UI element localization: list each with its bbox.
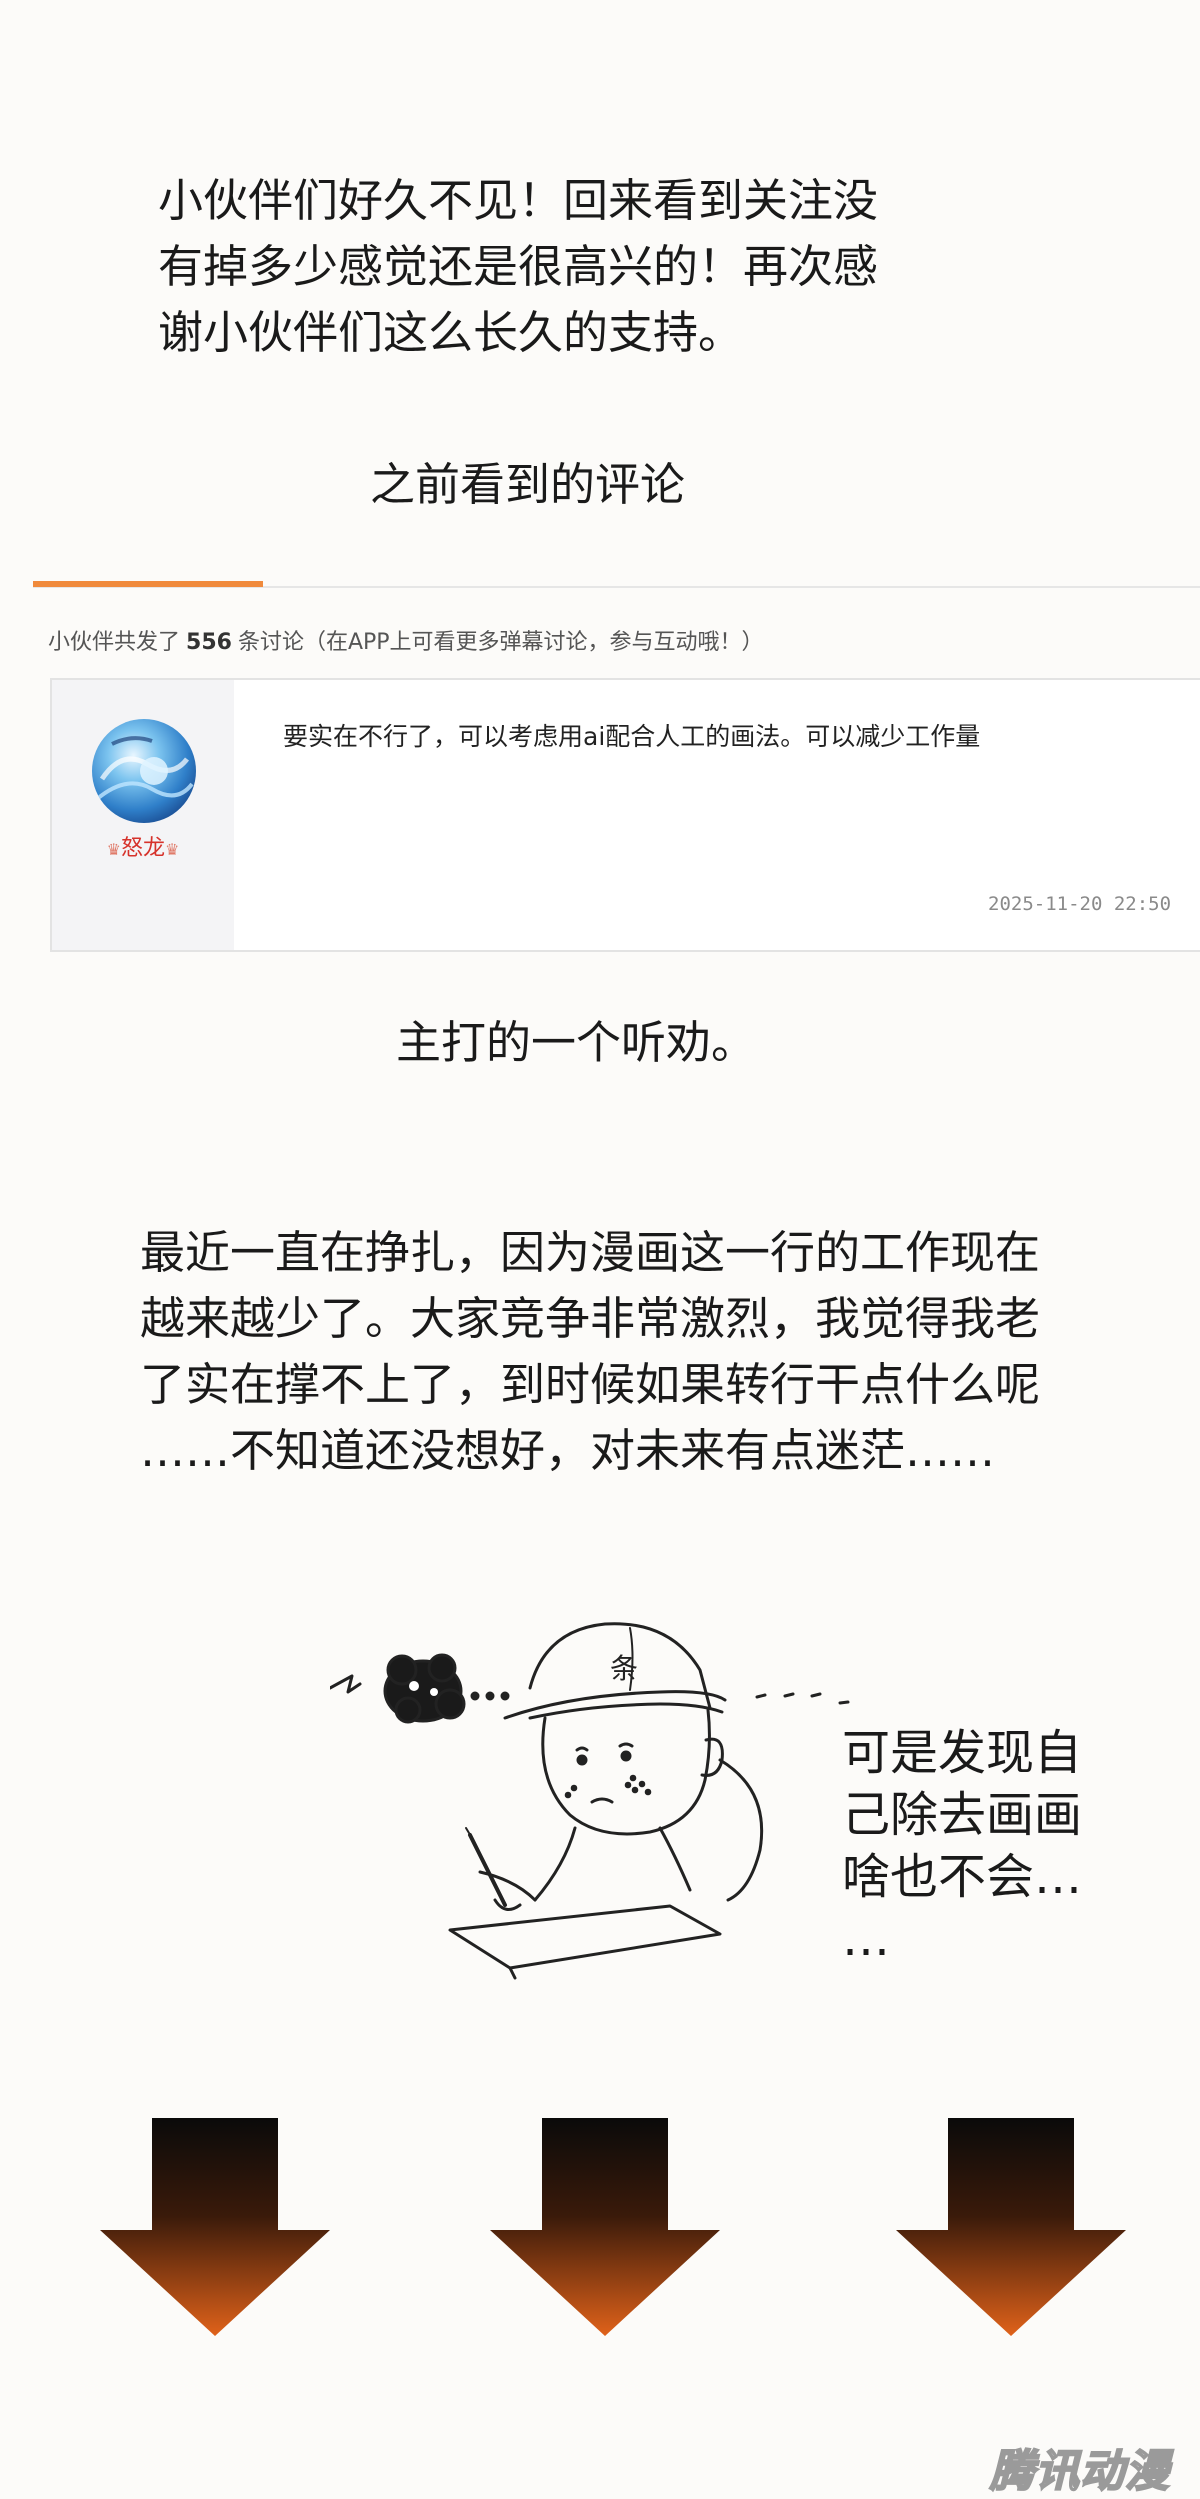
avatar-image-icon (92, 719, 196, 823)
active-tab-indicator (33, 581, 263, 587)
down-arrow-icon (490, 2118, 720, 2336)
caption-took-advice: 主打的一个听劝。 (396, 1016, 757, 1069)
cap-glyph: 条 (610, 1652, 638, 1685)
comment-count: 556 (186, 630, 232, 655)
thought-caption: 可是发现自 己除去画画 啥也不会… … (842, 1725, 1083, 1967)
comment-username[interactable]: ♛怒龙♛ (70, 830, 216, 862)
caption-comments-seen: 之前看到的评论 (370, 458, 686, 511)
watermark-logo: 腾讯动漫 (989, 2445, 1170, 2498)
down-arrow-icon (896, 2118, 1126, 2336)
crown-icon: ♛ (165, 840, 180, 859)
comment-body: 要实在不行了，可以考虑用ai配合人工的画法。可以减少工作量 (283, 722, 981, 751)
scribble-cloud-icon (330, 1653, 466, 1724)
avatar[interactable] (92, 719, 196, 823)
comment-count-line: 小伙伴共发了 556 条讨论（在APP上可看更多弹幕讨论，参与互动哦！） (48, 624, 764, 656)
down-arrow-icon (100, 2118, 330, 2336)
crown-icon: ♛ (106, 840, 121, 859)
struggle-paragraph: 最近一直在挣扎，因为漫画这一行的工作现在 越来越少了。大家竞争非常激烈，我觉得我… (140, 1226, 1041, 1477)
comment-count-suffix: 条讨论（在APP上可看更多弹幕讨论，参与互动哦！） (237, 630, 764, 655)
intro-paragraph: 小伙伴们好久不见！回来看到关注没 有掉多少感觉还是很高兴的！再次感 谢小伙伴们这… (158, 174, 879, 359)
username-label: 怒龙 (120, 836, 165, 861)
artist-sketch-illustration: 条 (330, 1622, 850, 1980)
comment-timestamp: 2025-11-20 22:50 (988, 893, 1172, 915)
comment-count-prefix: 小伙伴共发了 (48, 630, 181, 655)
